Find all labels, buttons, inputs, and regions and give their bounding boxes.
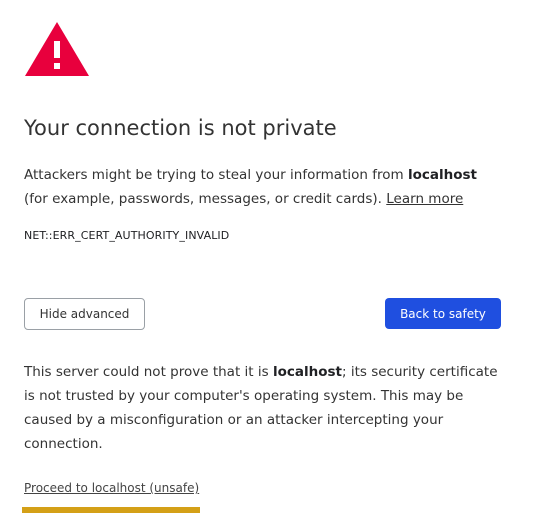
main-message-text: Attackers might be trying to steal your … xyxy=(24,167,408,183)
focus-highlight xyxy=(22,507,200,513)
details-host: localhost xyxy=(272,364,342,380)
interstitial-page: Your connection is not private Attackers… xyxy=(0,0,537,528)
main-message: Attackers might be trying to steal your … xyxy=(24,163,504,211)
main-message-examples: (for example, passwords, messages, or cr… xyxy=(24,191,387,207)
learn-more-link[interactable]: Learn more xyxy=(386,191,463,207)
details-text: This server could not prove that it is xyxy=(24,364,273,380)
page-title: Your connection is not private xyxy=(24,116,337,140)
back-to-safety-button[interactable]: Back to safety xyxy=(385,298,501,329)
advanced-details: This server could not prove that it is l… xyxy=(24,360,504,456)
main-message-host: localhost xyxy=(407,167,477,183)
warning-triangle-icon xyxy=(25,22,89,76)
proceed-unsafe-link[interactable]: Proceed to localhost (unsafe) xyxy=(24,481,199,495)
hide-advanced-button[interactable]: Hide advanced xyxy=(24,298,145,330)
error-code: NET::ERR_CERT_AUTHORITY_INVALID xyxy=(24,229,230,242)
